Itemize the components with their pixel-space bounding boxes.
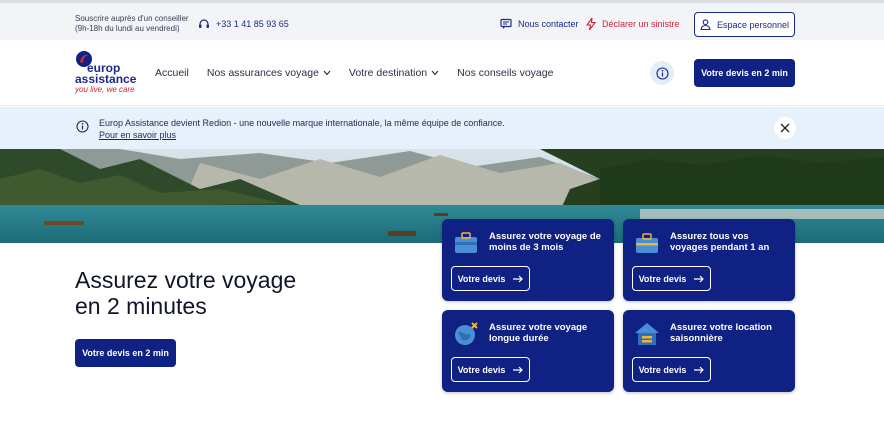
claim-link[interactable]: Déclarer un sinistre: [586, 18, 680, 30]
card-quote-button[interactable]: Votre devis: [451, 357, 530, 382]
nav-item-label: Nos assurances voyage: [206, 67, 319, 79]
headset-icon: [199, 19, 209, 28]
chevron-down-icon: [431, 70, 439, 76]
logo-tagline: you live, we care: [75, 85, 135, 94]
main-navbar: europ assistance you live, we care Accue…: [0, 40, 884, 106]
banner-close-button[interactable]: [774, 117, 796, 139]
card-annual-trips[interactable]: Assurez tous vos voyages pendant 1 an Vo…: [623, 219, 795, 301]
nav-item-label: Votre destination: [348, 67, 428, 79]
briefcase-icon: [636, 233, 658, 253]
info-icon: [655, 66, 669, 80]
advisor-info-line2: (9h-18h du lundi au vendredi): [75, 24, 180, 33]
header-quote-button[interactable]: Votre devis en 2 min: [694, 59, 795, 87]
top-bar: Souscrire auprès d'un conseiller (9h-18h…: [0, 0, 884, 40]
card-title: Assurez votre voyage de moins de 3 mois: [489, 231, 601, 253]
card-long-trip[interactable]: Assurez votre voyage longue durée Votre …: [442, 310, 614, 392]
info-icon: [76, 120, 89, 133]
arrow-right-icon: [513, 275, 524, 282]
nav-item-label: Nos conseils voyage: [457, 67, 554, 79]
contact-label: Nous contacter: [518, 19, 579, 29]
personal-space-button[interactable]: Espace personnel: [694, 12, 795, 37]
card-short-trip[interactable]: Assurez votre voyage de moins de 3 mois …: [442, 219, 614, 301]
rebrand-banner: Europ Assistance devient Redion - une no…: [0, 107, 884, 149]
card-button-label: Votre devis: [457, 364, 506, 375]
card-quote-button[interactable]: Votre devis: [632, 266, 711, 291]
card-quote-button[interactable]: Votre devis: [632, 357, 711, 382]
card-button-label: Votre devis: [457, 273, 506, 284]
claim-label: Déclarer un sinistre: [602, 19, 680, 29]
card-button-label: Votre devis: [638, 364, 687, 375]
card-seasonal-rental[interactable]: Assurez votre location saisonnière Votre…: [623, 310, 795, 392]
card-title: Assurez votre location saisonnière: [670, 322, 772, 344]
card-title: Assurez tous vos voyages pendant 1 an: [670, 231, 770, 253]
lightning-icon: [586, 18, 596, 30]
nav-item-advice[interactable]: Nos conseils voyage: [457, 67, 553, 79]
phone-number: +33 1 41 85 93 65: [216, 19, 289, 29]
nav-menu: Accueil Nos assurances voyage Votre dest…: [155, 67, 553, 79]
banner-message: Europ Assistance devient Redion - une no…: [99, 118, 505, 128]
chat-icon: [500, 18, 512, 29]
user-icon: [700, 19, 711, 30]
nav-item-label: Accueil: [155, 67, 189, 79]
chevron-down-icon: [323, 70, 331, 76]
personal-space-label: Espace personnel: [716, 19, 790, 30]
hero-title-line1: Assurez votre voyage: [75, 267, 297, 293]
hero-title: Assurez votre voyage en 2 minutes: [75, 267, 296, 319]
banner-text-block: Europ Assistance devient Redion - une no…: [99, 117, 505, 141]
nav-item-insurances[interactable]: Nos assurances voyage: [207, 67, 331, 79]
house-icon: [635, 323, 659, 345]
advisor-info: Souscrire auprès d'un conseiller (9h-18h…: [75, 14, 189, 34]
nav-item-destination[interactable]: Votre destination: [349, 67, 439, 79]
suitcase-icon: [455, 232, 477, 253]
banner-learn-more-link[interactable]: Pour en savoir plus: [99, 129, 505, 141]
hero-quote-button[interactable]: Votre devis en 2 min: [75, 339, 176, 367]
card-quote-button[interactable]: Votre devis: [451, 266, 530, 291]
close-icon: [780, 123, 790, 133]
card-button-label: Votre devis: [638, 273, 687, 284]
advisor-info-line1: Souscrire auprès d'un conseiller: [75, 14, 189, 23]
nav-item-home[interactable]: Accueil: [155, 67, 189, 79]
arrow-right-icon: [694, 366, 705, 373]
info-button[interactable]: [650, 61, 674, 85]
arrow-right-icon: [694, 275, 705, 282]
contact-link[interactable]: Nous contacter: [500, 18, 579, 30]
logo-text-line2: assistance: [75, 72, 137, 86]
card-title: Assurez votre voyage longue durée: [489, 322, 588, 344]
globe-plane-icon: [455, 322, 478, 345]
europ-assistance-logo[interactable]: europ assistance you live, we care: [73, 48, 137, 96]
hero-title-line2: en 2 minutes: [75, 293, 207, 319]
phone-link[interactable]: +33 1 41 85 93 65: [198, 18, 289, 30]
arrow-right-icon: [513, 366, 524, 373]
